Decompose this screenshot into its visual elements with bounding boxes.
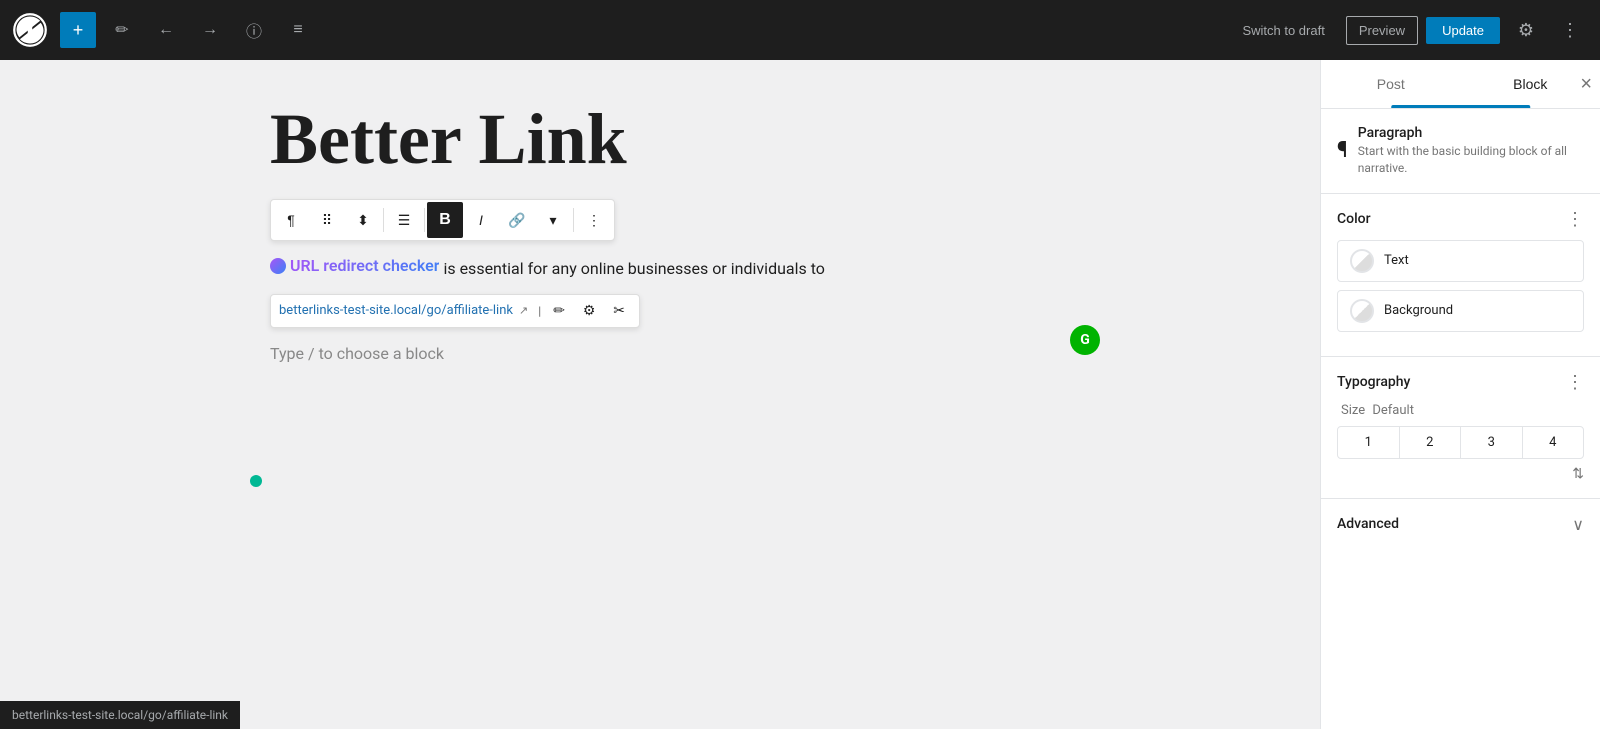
color-background-label: Background [1384, 303, 1453, 318]
paragraph-icon: ¶ [1337, 138, 1348, 163]
move-up-down-button[interactable]: ⬍ [345, 202, 381, 238]
link-url[interactable]: betterlinks-test-site.local/go/affiliate… [279, 303, 513, 318]
cursor-indicator: | [538, 304, 541, 318]
size-1[interactable]: 1 [1338, 427, 1400, 458]
typography-section-header: Typography ⋮ [1337, 373, 1584, 391]
top-bar-right: Switch to draft Preview Update ⚙ ⋮ [1229, 12, 1588, 48]
editor-content: Better Link ¶ ⠿ ⬍ ☰ B I 🔗 ▾ ⋮ URL [270, 100, 1050, 689]
post-title: Better Link [270, 100, 1050, 179]
color-background-circle [1350, 299, 1374, 323]
drag-handle[interactable]: ⠿ [309, 202, 345, 238]
typography-more-button[interactable]: ⋮ [1566, 373, 1584, 391]
color-section-header: Color ⋮ [1337, 210, 1584, 228]
grammarly-icon: G [1070, 325, 1100, 355]
tab-post[interactable]: Post [1321, 60, 1461, 108]
info-button[interactable]: ⓘ [236, 12, 272, 48]
top-toolbar: + ✏ ← → ⓘ ≡ Switch to draft Preview Upda… [0, 0, 1600, 60]
list-view-button[interactable]: ≡ [280, 12, 316, 48]
typography-section: Typography ⋮ Size Default 1 2 3 4 ⇅ [1321, 357, 1600, 499]
paragraph-header: ¶ Paragraph Start with the basic buildin… [1337, 125, 1584, 177]
size-label: Size Default [1337, 403, 1584, 418]
switch-to-draft-button[interactable]: Switch to draft [1229, 16, 1337, 45]
size-control-icon[interactable]: ⇅ [1572, 465, 1584, 482]
edit-link-button[interactable]: ✏ [547, 299, 571, 323]
advanced-header[interactable]: Advanced ∨ [1337, 515, 1584, 534]
size-3[interactable]: 3 [1461, 427, 1523, 458]
toolbar-separator-1 [383, 208, 384, 232]
typography-section-title: Typography [1337, 374, 1410, 390]
paragraph-info-section: ¶ Paragraph Start with the basic buildin… [1321, 109, 1600, 194]
unlink-button[interactable]: ✂ [607, 299, 631, 323]
add-block-button[interactable]: + [60, 12, 96, 48]
status-url: betterlinks-test-site.local/go/affiliate… [12, 708, 228, 722]
link-button[interactable]: 🔗 [499, 202, 535, 238]
toolbar-separator-2 [424, 208, 425, 232]
paragraph-desc: Start with the basic building block of a… [1358, 143, 1584, 177]
paragraph-text: is essential for any online businesses o… [443, 259, 824, 278]
color-section-title: Color [1337, 211, 1371, 227]
green-dot-indicator [250, 475, 262, 487]
italic-button[interactable]: I [463, 202, 499, 238]
color-text-option[interactable]: Text [1337, 240, 1584, 282]
link-redirect-icon [270, 258, 286, 274]
editor-area: Better Link ¶ ⠿ ⬍ ☰ B I 🔗 ▾ ⋮ URL [0, 60, 1320, 729]
toolbar-separator-3 [573, 208, 574, 232]
advanced-section: Advanced ∨ [1321, 499, 1600, 550]
color-section: Color ⋮ Text Background [1321, 194, 1600, 357]
paragraph-title: Paragraph [1358, 125, 1584, 141]
color-background-option[interactable]: Background [1337, 290, 1584, 332]
more-options-button[interactable]: ⋮ [1552, 12, 1588, 48]
color-text-circle [1350, 249, 1374, 273]
redo-button[interactable]: → [192, 12, 228, 48]
link-popup: betterlinks-test-site.local/go/affiliate… [270, 294, 640, 328]
more-rich-text-button[interactable]: ▾ [535, 202, 571, 238]
undo-button[interactable]: ← [148, 12, 184, 48]
advanced-title: Advanced [1337, 516, 1399, 532]
tab-block[interactable]: Block [1461, 60, 1600, 108]
size-controls: ⇅ [1337, 465, 1584, 482]
link-settings-button[interactable]: ⚙ [577, 299, 601, 323]
size-4[interactable]: 4 [1523, 427, 1584, 458]
close-sidebar-button[interactable]: × [1580, 74, 1592, 94]
bold-button[interactable]: B [427, 202, 463, 238]
wp-logo [12, 12, 48, 48]
sidebar-tabs: Post Block × [1321, 60, 1600, 109]
color-text-label: Text [1384, 253, 1409, 268]
sidebar: Post Block × ¶ Paragraph Start with the … [1320, 60, 1600, 729]
size-2[interactable]: 2 [1400, 427, 1462, 458]
link-text[interactable]: URL redirect checker [290, 253, 439, 279]
update-button[interactable]: Update [1426, 17, 1500, 44]
paragraph-block: URL redirect checker is essential for an… [270, 253, 1050, 281]
advanced-chevron-icon: ∨ [1572, 515, 1584, 534]
external-link-icon: ↗ [519, 304, 528, 317]
edit-icon-button[interactable]: ✏ [104, 12, 140, 48]
color-more-button[interactable]: ⋮ [1566, 210, 1584, 228]
align-button[interactable]: ☰ [386, 202, 422, 238]
more-block-options[interactable]: ⋮ [576, 202, 612, 238]
status-bar: betterlinks-test-site.local/go/affiliate… [0, 701, 240, 729]
paragraph-info: Paragraph Start with the basic building … [1358, 125, 1584, 177]
settings-button[interactable]: ⚙ [1508, 12, 1544, 48]
paragraph-type-button[interactable]: ¶ [273, 202, 309, 238]
size-slider: 1 2 3 4 [1337, 426, 1584, 459]
main-layout: Better Link ¶ ⠿ ⬍ ☰ B I 🔗 ▾ ⋮ URL [0, 60, 1600, 729]
type-choose-hint: Type / to choose a block [270, 344, 1050, 363]
block-toolbar: ¶ ⠿ ⬍ ☰ B I 🔗 ▾ ⋮ [270, 199, 615, 241]
preview-button[interactable]: Preview [1346, 16, 1418, 45]
